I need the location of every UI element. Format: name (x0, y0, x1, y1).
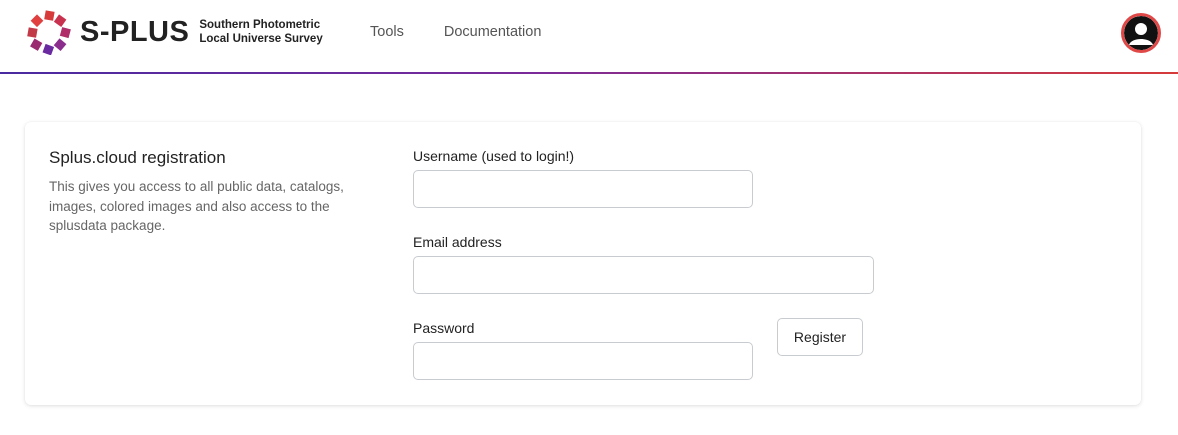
email-input[interactable] (413, 256, 874, 294)
password-label: Password (413, 320, 475, 336)
brand-subtitle-line2: Local Universe Survey (199, 33, 323, 45)
brand[interactable]: S-PLUS Southern Photometric Local Univer… (26, 10, 323, 55)
nav-link-documentation[interactable]: Documentation (444, 24, 542, 40)
brand-name: S-PLUS (80, 15, 190, 48)
main-nav: Tools Documentation (370, 24, 581, 40)
user-avatar-icon (1124, 16, 1158, 50)
splus-logo-icon (27, 10, 71, 55)
brand-subtitle: Southern Photometric Local Universe Surv… (199, 18, 322, 46)
user-avatar-button[interactable] (1121, 13, 1161, 53)
top-navbar: S-PLUS Southern Photometric Local Univer… (0, 0, 1178, 72)
registration-description: This gives you access to all public data… (49, 179, 344, 233)
nav-link-tools[interactable]: Tools (370, 24, 404, 40)
password-input[interactable] (413, 342, 753, 380)
username-label: Username (used to login!) (413, 148, 575, 164)
register-button[interactable]: Register (777, 318, 863, 356)
username-input[interactable] (413, 170, 753, 208)
registration-title: Splus.cloud registration (49, 148, 226, 167)
registration-card: Splus.cloud registration This gives you … (25, 122, 1141, 405)
navbar-gradient-divider (0, 72, 1178, 74)
email-label: Email address (413, 234, 502, 250)
brand-subtitle-line1: Southern Photometric (199, 19, 321, 31)
